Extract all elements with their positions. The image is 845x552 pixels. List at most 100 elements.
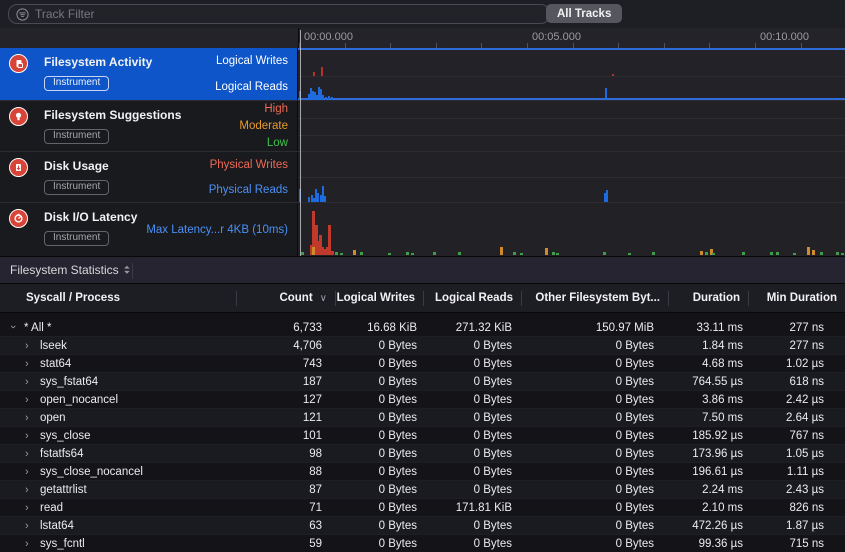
track-graph[interactable] [298,48,845,100]
expand-chevron-icon[interactable]: › [25,502,33,514]
track-graph[interactable] [298,101,845,151]
expand-chevron-icon[interactable]: › [25,484,33,496]
all-tracks-button[interactable]: All Tracks [546,4,622,23]
column-header-logical-writes[interactable]: Logical Writes [335,292,423,304]
expand-chevron-icon[interactable]: › [25,430,33,442]
updown-chevrons-icon: ⏶⏷ [124,265,130,275]
table-row[interactable]: ›* All *6,73316.68 KiB271.32 KiB150.97 M… [0,319,845,337]
value-cell: 1.02 µs [748,358,845,370]
value-cell: 4,706 [236,340,335,352]
toolbar: All Tracks [0,0,845,29]
table-row[interactable]: ›open1210 Bytes0 Bytes0 Bytes7.50 ms2.64… [0,409,845,427]
track-graph[interactable] [298,152,845,202]
table-row[interactable]: ›read710 Bytes171.81 KiB0 Bytes2.10 ms82… [0,499,845,517]
value-cell: 59 [236,538,335,550]
syscall-cell: ›open [0,412,236,424]
value-cell: 764.55 µs [668,376,748,388]
column-separator[interactable] [748,291,749,306]
lane-label: Physical Reads [209,184,288,196]
table-row[interactable]: ›getattrlist870 Bytes0 Bytes0 Bytes2.24 … [0,481,845,499]
expand-chevron-icon[interactable]: › [25,448,33,460]
track-graph[interactable] [298,203,845,256]
value-cell: 71 [236,502,335,514]
column-separator[interactable] [335,291,336,306]
column-separator[interactable] [668,291,669,306]
column-separator[interactable] [423,291,424,306]
detail-pane-toolbar: Filesystem Statistics ⏶⏷ [0,256,845,284]
syscall-cell: ›read [0,502,236,514]
timeline-ruler[interactable]: 00:00.00000:05.00000:10.000 [298,28,845,48]
value-cell: 0 Bytes [335,520,423,532]
expand-chevron-icon[interactable]: › [25,394,33,406]
value-cell: 0 Bytes [521,394,668,406]
syscall-name: lseek [40,340,67,352]
syscall-name: sys_close_nocancel [40,466,143,478]
column-header-other-filesystem-byt-[interactable]: Other Filesystem Byt... [521,292,668,304]
value-cell: 0 Bytes [521,538,668,550]
table-row[interactable]: ›lstat64630 Bytes0 Bytes0 Bytes472.26 µs… [0,517,845,535]
track-list: Filesystem ActivityInstrumentLogical Wri… [0,48,845,256]
collapse-chevron-icon[interactable]: › [7,325,19,333]
value-cell: 0 Bytes [423,340,521,352]
column-header-syscall-process[interactable]: Syscall / Process [0,292,236,304]
track-filter-field[interactable] [8,4,550,24]
table-row[interactable]: ›stat647430 Bytes0 Bytes0 Bytes4.68 ms1.… [0,355,845,373]
lane-label: Logical Reads [215,81,288,93]
expand-chevron-icon[interactable]: › [25,520,33,532]
track-header[interactable]: Disk UsageInstrumentPhysical WritesPhysi… [0,152,298,202]
value-cell: 0 Bytes [521,358,668,370]
column-header-min-duration[interactable]: Min Duration [748,292,845,304]
track-row[interactable]: Filesystem ActivityInstrumentLogical Wri… [0,48,845,100]
track-header[interactable]: Filesystem ActivityInstrumentLogical Wri… [0,48,298,100]
value-cell: 0 Bytes [521,448,668,460]
value-cell: 1.84 ms [668,340,748,352]
value-cell: 0 Bytes [521,430,668,442]
lane-label: Max Latency...r 4KB (10ms) [146,224,288,236]
table-row[interactable]: ›lseek4,7060 Bytes0 Bytes0 Bytes1.84 ms2… [0,337,845,355]
value-cell: 0 Bytes [423,520,521,532]
value-cell: 16.68 KiB [335,322,423,334]
column-header-duration[interactable]: Duration [668,292,748,304]
value-cell: 0 Bytes [335,340,423,352]
table-row[interactable]: ›sys_close1010 Bytes0 Bytes0 Bytes185.92… [0,427,845,445]
value-cell: 171.81 KiB [423,502,521,514]
value-cell: 2.42 µs [748,394,845,406]
column-header-logical-reads[interactable]: Logical Reads [423,292,521,304]
track-filter-input[interactable] [35,7,542,21]
playhead-line[interactable] [300,30,301,256]
value-cell: 2.43 µs [748,484,845,496]
value-cell: 101 [236,430,335,442]
value-cell: 7.50 ms [668,412,748,424]
expand-chevron-icon[interactable]: › [25,376,33,388]
expand-chevron-icon[interactable]: › [25,538,33,550]
table-row[interactable]: ›sys_fcntl590 Bytes0 Bytes0 Bytes99.36 µ… [0,535,845,552]
table-row[interactable]: ›sys_fstat641870 Bytes0 Bytes0 Bytes764.… [0,373,845,391]
table-row[interactable]: ›open_nocancel1270 Bytes0 Bytes0 Bytes3.… [0,391,845,409]
expand-chevron-icon[interactable]: › [25,412,33,424]
column-separator[interactable] [521,291,522,306]
column-header-count[interactable]: Count∨ [236,292,335,304]
value-cell: 3.86 ms [668,394,748,406]
expand-chevron-icon[interactable]: › [25,358,33,370]
track-row[interactable]: Disk UsageInstrumentPhysical WritesPhysi… [0,151,845,202]
track-row[interactable]: Filesystem SuggestionsInstrumentHighMode… [0,100,845,151]
value-cell: 0 Bytes [521,520,668,532]
table-row[interactable]: ›sys_close_nocancel880 Bytes0 Bytes0 Byt… [0,463,845,481]
value-cell: 0 Bytes [521,340,668,352]
value-cell: 0 Bytes [335,448,423,460]
track-header[interactable]: Filesystem SuggestionsInstrumentHighMode… [0,101,298,151]
statistics-view-dropdown[interactable]: Filesystem Statistics ⏶⏷ [10,263,130,277]
expand-chevron-icon[interactable]: › [25,466,33,478]
track-header[interactable]: Disk I/O LatencyInstrumentMax Latency...… [0,203,298,256]
track-title: Filesystem Suggestions [44,108,181,122]
value-cell: 0 Bytes [423,484,521,496]
expand-chevron-icon[interactable]: › [25,340,33,352]
value-cell: 0 Bytes [423,358,521,370]
column-separator[interactable] [236,291,237,306]
syscall-name: * All * [24,322,52,334]
syscall-cell: › lseek [0,340,236,352]
lane-labels: Physical WritesPhysical Reads [209,152,288,202]
track-row[interactable]: Disk I/O LatencyInstrumentMax Latency...… [0,202,845,256]
value-cell: 127 [236,394,335,406]
table-row[interactable]: ›fstatfs64980 Bytes0 Bytes0 Bytes173.96 … [0,445,845,463]
